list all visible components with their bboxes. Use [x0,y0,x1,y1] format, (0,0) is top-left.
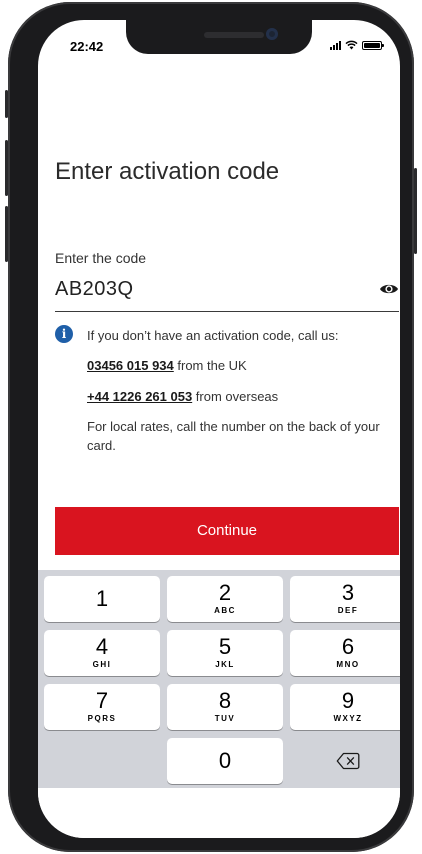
status-time: 22:42 [70,39,104,54]
uk-phone-line: 03456 015 934 from the UK [87,356,247,375]
signal-icon [330,40,341,50]
speaker [204,32,264,38]
key-2[interactable]: 2 ABC [167,576,283,622]
code-label: Enter the code [55,250,147,266]
delete-key[interactable] [290,738,400,784]
key-digit: 0 [218,748,232,773]
local-rates-note: For local rates, call the number on the … [87,419,380,453]
key-0[interactable]: 0 [167,738,283,784]
key-digit: 2 [218,580,232,605]
activation-code-input[interactable]: AB203Q [55,274,399,312]
key-digit: 3 [341,580,355,605]
key-letters: GHI [92,660,112,669]
phone-frame: 22:42 Enter activation code Enter the co… [5,2,417,852]
key-letters: TUV [214,714,236,723]
key-digit: 9 [341,688,355,713]
key-7[interactable]: 7 PQRS [44,684,160,730]
key-letters: JKL [215,660,235,669]
page-title: Enter activation code [55,158,280,185]
code-value[interactable]: AB203Q [55,278,134,301]
uk-suffix: from the UK [173,358,247,373]
key-digit: 7 [95,688,109,713]
volume-down-button [5,206,8,262]
info-intro: If you don’t have an activation code, ca… [87,328,339,343]
numeric-keypad: 1 2 ABC 3 DEF 4 GHI 5 JKL 6 MNO 7 PQRS 8… [38,570,400,788]
key-digit: 6 [341,634,355,659]
notch [126,20,312,54]
key-letters: MNO [336,660,360,669]
front-camera [266,28,278,40]
key-letters: ABC [214,606,236,615]
info-icon: i [55,325,73,343]
silent-switch [5,90,8,118]
continue-button[interactable]: Continue [55,507,399,555]
key-letters: WXYZ [333,714,363,723]
key-9[interactable]: 9 WXYZ [290,684,400,730]
status-icons [330,40,384,50]
power-button [414,168,417,254]
key-digit: 5 [218,634,232,659]
key-digit: 8 [218,688,232,713]
key-4[interactable]: 4 GHI [44,630,160,676]
key-3[interactable]: 3 DEF [290,576,400,622]
wifi-icon [345,40,358,50]
overseas-suffix: from overseas [192,389,279,404]
eye-icon[interactable] [379,282,399,296]
key-5[interactable]: 5 JKL [167,630,283,676]
overseas-phone-link[interactable]: +44 1226 261 053 [87,389,192,404]
key-letters: PQRS [87,714,117,723]
key-8[interactable]: 8 TUV [167,684,283,730]
overseas-phone-line: +44 1226 261 053 from overseas [87,387,278,406]
key-1[interactable]: 1 [44,576,160,622]
uk-phone-link[interactable]: 03456 015 934 [87,358,174,373]
key-letters: DEF [337,606,359,615]
battery-icon [362,40,384,50]
key-digit: 1 [95,586,109,611]
key-6[interactable]: 6 MNO [290,630,400,676]
key-digit: 4 [95,634,109,659]
backspace-icon [336,752,360,770]
volume-up-button [5,140,8,196]
screen: 22:42 Enter activation code Enter the co… [38,20,400,838]
home-indicator-area [38,788,400,838]
